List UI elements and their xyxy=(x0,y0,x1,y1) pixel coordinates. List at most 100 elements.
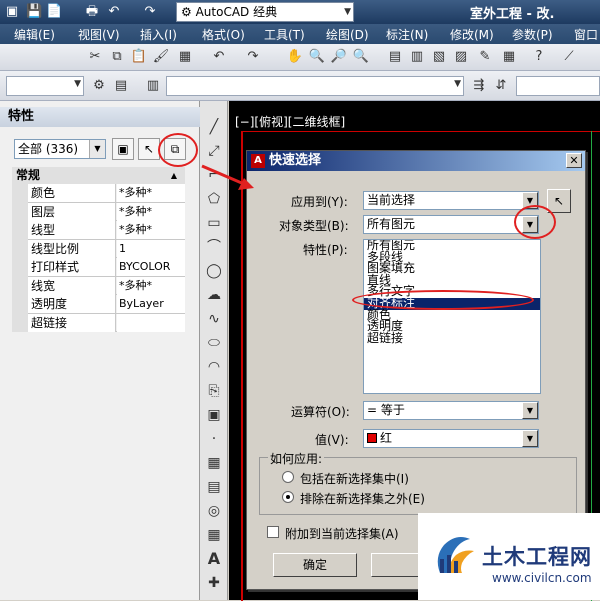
save-as-icon[interactable]: 📄 xyxy=(46,4,62,20)
menu-dimension[interactable]: 标注(N) xyxy=(386,26,428,43)
dim-style-icon[interactable]: ⟋ xyxy=(560,48,578,66)
menu-window[interactable]: 窗口 xyxy=(574,26,598,43)
property-value[interactable]: *多种* xyxy=(117,184,185,202)
redo-icon[interactable]: ↷ xyxy=(142,4,158,20)
calculator-icon[interactable]: ▦ xyxy=(500,48,518,66)
property-value[interactable]: ByLayer xyxy=(117,295,185,313)
markup-icon[interactable]: ✎ xyxy=(476,48,494,66)
ellipse-icon[interactable]: ⬭ xyxy=(204,333,224,353)
design-center-icon[interactable]: ▥ xyxy=(408,48,426,66)
value-combo[interactable]: 红 ▼ xyxy=(363,429,539,448)
ellipse-arc-icon[interactable]: ◠ xyxy=(204,357,224,377)
table-icon[interactable]: ▦ xyxy=(204,525,224,545)
pan-icon[interactable]: ✋ xyxy=(286,48,304,66)
include-label[interactable]: 包括在新选择集中(I) xyxy=(300,470,409,487)
property-row[interactable]: 线型 *多种* xyxy=(28,221,185,240)
property-value[interactable]: *多种* xyxy=(117,276,185,295)
sheet-set-icon[interactable]: ▨ xyxy=(452,48,470,66)
color-combo[interactable] xyxy=(516,76,600,96)
match-properties-icon[interactable]: 🖌 xyxy=(152,48,170,66)
ok-button[interactable]: 确定 xyxy=(273,553,357,577)
apply-to-combo[interactable]: 当前选择 ▼ xyxy=(363,191,539,210)
menu-insert[interactable]: 插入(I) xyxy=(140,26,177,43)
line-icon[interactable]: ╱ xyxy=(204,117,224,137)
list-item[interactable]: 超链接 xyxy=(364,332,540,345)
layer-state-icon[interactable]: ▤ xyxy=(112,77,130,95)
gradient-icon[interactable]: ▤ xyxy=(204,477,224,497)
operator-combo[interactable]: = 等于 ▼ xyxy=(363,401,539,420)
circle-icon[interactable]: ◯ xyxy=(204,261,224,281)
workspace-value: AutoCAD 经典 xyxy=(195,5,278,19)
chevron-down-icon: ▼ xyxy=(454,79,461,89)
make-current-icon[interactable]: ⇶ xyxy=(470,77,488,95)
property-row[interactable]: 超链接 xyxy=(28,313,185,332)
selection-combo[interactable]: 全部 (336) ▼ xyxy=(14,139,106,159)
append-checkbox[interactable] xyxy=(267,526,279,538)
region-icon[interactable]: ◎ xyxy=(204,501,224,521)
insert-block-icon[interactable]: ⎘ xyxy=(204,381,224,401)
property-row[interactable]: 图层 *多种* xyxy=(28,202,185,221)
layer-icon[interactable]: ▥ xyxy=(144,77,162,95)
include-radio[interactable] xyxy=(282,471,294,483)
undo-icon[interactable]: ↶ xyxy=(210,48,228,66)
property-value[interactable]: *多种* xyxy=(117,221,185,239)
select-objects-button[interactable]: ↖ xyxy=(138,138,160,160)
exclude-label[interactable]: 排除在新选择集之外(E) xyxy=(300,490,425,507)
point-icon[interactable]: · xyxy=(204,429,224,449)
print-icon[interactable]: 🖶 xyxy=(84,4,100,20)
category-general[interactable]: 常规 ▲ xyxy=(12,167,185,184)
property-row[interactable]: 颜色 *多种* xyxy=(28,184,185,203)
workspace-combo[interactable]: ⚙ AutoCAD 经典 ▼ xyxy=(176,2,354,22)
paste-icon[interactable]: 📋 xyxy=(130,48,148,66)
toggle-pickadd-button[interactable]: ▣ xyxy=(112,138,134,160)
hatch-icon[interactable]: ▦ xyxy=(204,453,224,473)
properties-icon[interactable]: ▤ xyxy=(386,48,404,66)
layer-settings-icon[interactable]: ⚙ xyxy=(90,77,108,95)
arc-icon[interactable]: ⌒ xyxy=(204,237,224,257)
menu-view[interactable]: 视图(V) xyxy=(78,26,120,43)
block-editor-icon[interactable]: ▦ xyxy=(176,48,194,66)
menu-edit[interactable]: 编辑(E) xyxy=(14,26,55,43)
zoom-window-icon[interactable]: 🔎 xyxy=(330,48,348,66)
menu-parametric[interactable]: 参数(P) xyxy=(512,26,553,43)
multiline-text-icon[interactable]: A xyxy=(204,549,224,569)
append-label[interactable]: 附加到当前选择集(A) xyxy=(285,525,399,542)
property-row[interactable]: 线型比例 1 xyxy=(28,239,185,258)
cut-icon[interactable]: ✂ xyxy=(86,48,104,66)
zoom-previous-icon[interactable]: 🔍 xyxy=(352,48,370,66)
layer-combo[interactable]: ▼ xyxy=(6,76,84,96)
object-type-combo[interactable]: 所有图元 ▼ xyxy=(363,215,539,234)
property-row[interactable]: 打印样式 BYCOLOR xyxy=(28,258,185,277)
app-menu-icon[interactable]: ▣ xyxy=(4,4,20,20)
layer-previous-icon[interactable]: ⇵ xyxy=(492,77,510,95)
menu-modify[interactable]: 修改(M) xyxy=(450,26,494,43)
property-value[interactable]: *多种* xyxy=(117,202,185,221)
rectangle-icon[interactable]: ▭ xyxy=(204,213,224,233)
copy-icon[interactable]: ⧉ xyxy=(108,48,126,66)
construction-line-icon[interactable]: ⤢ xyxy=(204,141,224,161)
layer-name-combo[interactable]: ▼ xyxy=(166,76,464,96)
redo-icon[interactable]: ↷ xyxy=(244,48,262,66)
make-block-icon[interactable]: ▣ xyxy=(204,405,224,425)
select-objects-button[interactable]: ↖ xyxy=(547,189,571,213)
menu-tools[interactable]: 工具(T) xyxy=(264,26,305,43)
revision-cloud-icon[interactable]: ☁ xyxy=(204,285,224,305)
menu-draw[interactable]: 绘图(D) xyxy=(326,26,369,43)
property-value[interactable]: 1 xyxy=(117,239,185,258)
help-icon[interactable]: ? xyxy=(530,48,548,66)
property-row[interactable]: 线宽 *多种* xyxy=(28,276,185,295)
menu-format[interactable]: 格式(O) xyxy=(202,26,245,43)
add-selected-icon[interactable]: ✚ xyxy=(204,573,224,593)
exclude-radio[interactable] xyxy=(282,491,294,503)
object-type-list[interactable]: 所有图元 多段线 图案填充 直线 多行文字 对齐标注 颜色 透明度 超链接 xyxy=(363,239,541,394)
zoom-realtime-icon[interactable]: 🔍 xyxy=(308,48,326,66)
save-icon[interactable]: 💾 xyxy=(26,4,42,20)
property-row[interactable]: 透明度 ByLayer xyxy=(28,295,185,314)
property-value[interactable] xyxy=(117,313,185,332)
tool-palettes-icon[interactable]: ▧ xyxy=(430,48,448,66)
viewport-label[interactable]: [−][俯视][二维线框] xyxy=(235,113,345,130)
property-value[interactable]: BYCOLOR xyxy=(117,258,185,276)
spline-icon[interactable]: ∿ xyxy=(204,309,224,329)
close-button[interactable]: ✕ xyxy=(566,153,582,168)
undo-icon[interactable]: ↶ xyxy=(106,4,122,20)
